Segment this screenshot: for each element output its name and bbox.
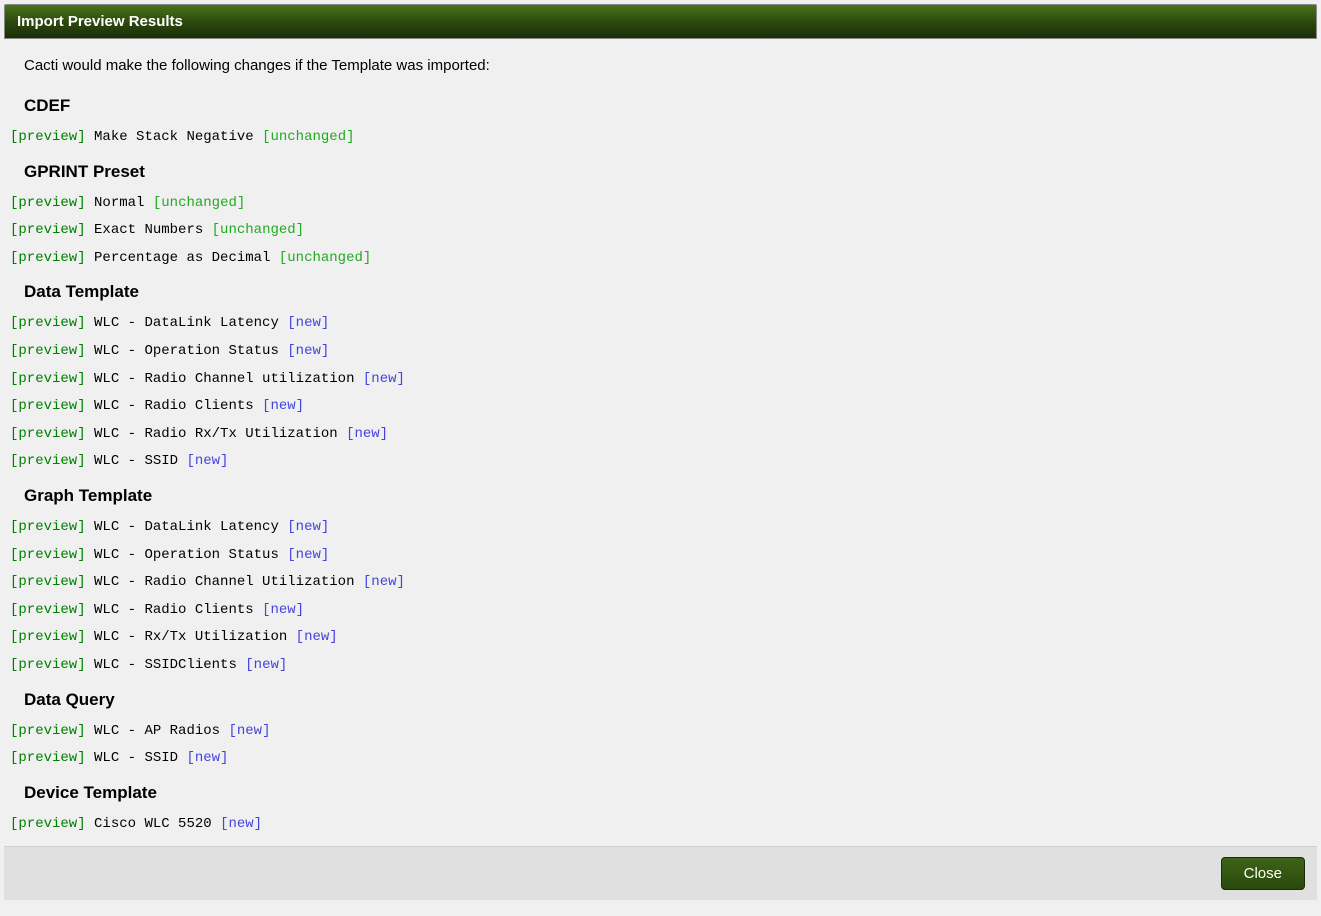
item-name: Make Stack Negative	[94, 129, 254, 145]
status-tag-new: [new]	[186, 453, 228, 469]
status-tag-new: [new]	[262, 398, 304, 414]
preview-tag[interactable]: [preview]	[10, 723, 86, 739]
preview-item-row: [preview] WLC - Radio Rx/Tx Utilization …	[4, 421, 1317, 449]
preview-item-row: [preview] WLC - Rx/Tx Utilization [new]	[4, 624, 1317, 652]
section-heading: GPRINT Preset	[4, 152, 1317, 190]
status-tag-new: [new]	[363, 574, 405, 590]
preview-item-row: [preview] Cisco WLC 5520 [new]	[4, 811, 1317, 839]
item-name: Exact Numbers	[94, 222, 203, 238]
item-name: WLC - SSIDClients	[94, 657, 237, 673]
preview-item-row: [preview] WLC - SSIDClients [new]	[4, 652, 1317, 680]
preview-tag[interactable]: [preview]	[10, 315, 86, 331]
preview-tag[interactable]: [preview]	[10, 371, 86, 387]
status-tag-unchanged: [unchanged]	[153, 195, 245, 211]
item-name: Normal	[94, 195, 144, 211]
item-name: WLC - Radio Clients	[94, 602, 254, 618]
preview-tag[interactable]: [preview]	[10, 657, 86, 673]
dialog-title: Import Preview Results	[17, 13, 183, 30]
preview-item-row: [preview] WLC - Operation Status [new]	[4, 542, 1317, 570]
section-heading: Data Template	[4, 272, 1317, 310]
preview-item-row: [preview] WLC - Radio Clients [new]	[4, 393, 1317, 421]
item-name: WLC - SSID	[94, 750, 178, 766]
preview-item-row: [preview] WLC - AP Radios [new]	[4, 718, 1317, 746]
intro-text: Cacti would make the following changes i…	[4, 39, 1317, 86]
item-name: Cisco WLC 5520	[94, 816, 212, 832]
preview-item-row: [preview] Exact Numbers [unchanged]	[4, 217, 1317, 245]
status-tag-unchanged: [unchanged]	[212, 222, 304, 238]
preview-tag[interactable]: [preview]	[10, 574, 86, 590]
section-heading: CDEF	[4, 86, 1317, 124]
preview-item-row: [preview] WLC - SSID [new]	[4, 448, 1317, 476]
status-tag-new: [new]	[296, 629, 338, 645]
section-heading: Data Query	[4, 680, 1317, 718]
preview-tag[interactable]: [preview]	[10, 343, 86, 359]
status-tag-new: [new]	[262, 602, 304, 618]
preview-item-row: [preview] Make Stack Negative [unchanged…	[4, 124, 1317, 152]
item-name: WLC - DataLink Latency	[94, 519, 279, 535]
item-name: WLC - Radio Channel Utilization	[94, 574, 354, 590]
preview-item-row: [preview] WLC - Radio Channel Utilizatio…	[4, 569, 1317, 597]
status-tag-new: [new]	[287, 343, 329, 359]
preview-item-row: [preview] WLC - DataLink Latency [new]	[4, 310, 1317, 338]
dialog-footer: Close	[4, 846, 1317, 900]
preview-tag[interactable]: [preview]	[10, 195, 86, 211]
item-name: WLC - SSID	[94, 453, 178, 469]
preview-tag[interactable]: [preview]	[10, 250, 86, 266]
item-name: WLC - Radio Rx/Tx Utilization	[94, 426, 338, 442]
preview-item-row: [preview] WLC - DataLink Latency [new]	[4, 514, 1317, 542]
status-tag-new: [new]	[287, 547, 329, 563]
preview-tag[interactable]: [preview]	[10, 547, 86, 563]
section-heading: Graph Template	[4, 476, 1317, 514]
preview-tag[interactable]: [preview]	[10, 816, 86, 832]
preview-item-row: [preview] Normal [unchanged]	[4, 190, 1317, 218]
status-tag-unchanged: [unchanged]	[279, 250, 371, 266]
status-tag-new: [new]	[287, 519, 329, 535]
preview-item-row: [preview] WLC - Radio Channel utilizatio…	[4, 366, 1317, 394]
item-name: WLC - DataLink Latency	[94, 315, 279, 331]
item-name: Percentage as Decimal	[94, 250, 270, 266]
preview-tag[interactable]: [preview]	[10, 398, 86, 414]
preview-tag[interactable]: [preview]	[10, 519, 86, 535]
status-tag-unchanged: [unchanged]	[262, 129, 354, 145]
status-tag-new: [new]	[363, 371, 405, 387]
status-tag-new: [new]	[287, 315, 329, 331]
section-heading: Device Template	[4, 773, 1317, 811]
item-name: WLC - Radio Channel utilization	[94, 371, 354, 387]
status-tag-new: [new]	[245, 657, 287, 673]
preview-tag[interactable]: [preview]	[10, 222, 86, 238]
item-name: WLC - Rx/Tx Utilization	[94, 629, 287, 645]
dialog-header: Import Preview Results	[4, 4, 1317, 39]
preview-tag[interactable]: [preview]	[10, 129, 86, 145]
item-name: WLC - AP Radios	[94, 723, 220, 739]
preview-tag[interactable]: [preview]	[10, 426, 86, 442]
preview-tag[interactable]: [preview]	[10, 629, 86, 645]
preview-tag[interactable]: [preview]	[10, 602, 86, 618]
close-button[interactable]: Close	[1221, 857, 1305, 890]
preview-tag[interactable]: [preview]	[10, 750, 86, 766]
status-tag-new: [new]	[220, 816, 262, 832]
status-tag-new: [new]	[186, 750, 228, 766]
preview-item-row: [preview] Percentage as Decimal [unchang…	[4, 245, 1317, 273]
item-name: WLC - Operation Status	[94, 547, 279, 563]
preview-item-row: [preview] WLC - Radio Clients [new]	[4, 597, 1317, 625]
status-tag-new: [new]	[228, 723, 270, 739]
content-area: Cacti would make the following changes i…	[4, 39, 1317, 838]
preview-tag[interactable]: [preview]	[10, 453, 86, 469]
status-tag-new: [new]	[346, 426, 388, 442]
preview-item-row: [preview] WLC - SSID [new]	[4, 745, 1317, 773]
item-name: WLC - Radio Clients	[94, 398, 254, 414]
item-name: WLC - Operation Status	[94, 343, 279, 359]
preview-item-row: [preview] WLC - Operation Status [new]	[4, 338, 1317, 366]
